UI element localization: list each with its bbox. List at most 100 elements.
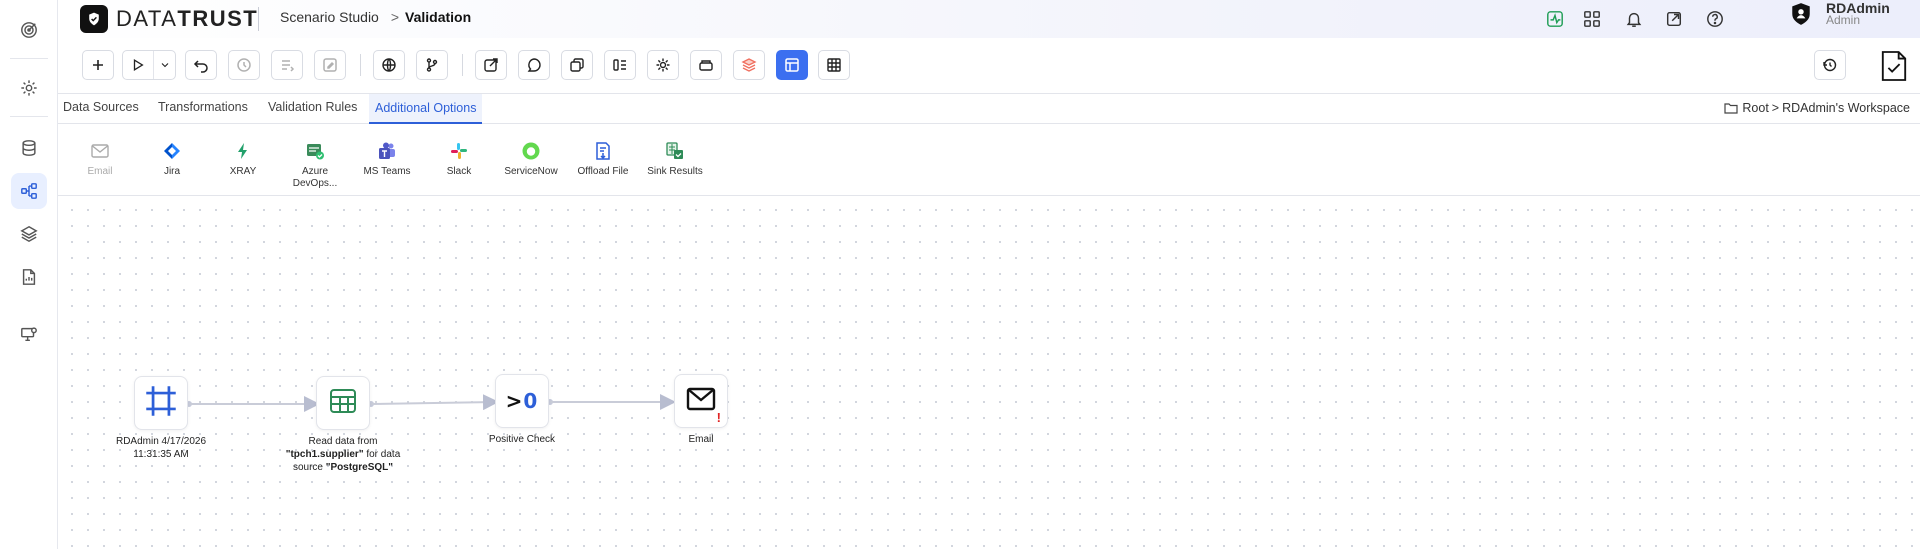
edit-button[interactable] (314, 50, 346, 80)
stack-button[interactable] (733, 50, 765, 80)
storage-button[interactable] (690, 50, 722, 80)
breadcrumb-item-studio[interactable]: Scenario Studio (280, 9, 379, 25)
gear-icon[interactable] (11, 70, 47, 106)
source-table-name: "tpch1.supplier" (285, 449, 364, 460)
globe-button[interactable] (373, 50, 405, 80)
tab-transformations[interactable]: Transformations (158, 100, 248, 124)
option-offload-file[interactable]: Offload File (570, 140, 636, 178)
ms-teams-icon (376, 140, 398, 162)
offload-file-icon (592, 140, 614, 162)
settings-button[interactable] (647, 50, 679, 80)
app-logo[interactable]: DATATRUST (80, 4, 258, 34)
rail-divider (10, 58, 48, 59)
logo-wordmark: DATATRUST (116, 6, 259, 31)
options-palette: Email Jira XRAY Azure DevOps... MS Teams… (58, 124, 1920, 196)
slack-icon (448, 140, 470, 162)
monitor-settings-icon[interactable] (11, 316, 47, 352)
servicenow-icon (520, 140, 542, 162)
left-rail (0, 0, 58, 549)
flow-node-check-label: Positive Check (488, 434, 556, 445)
activity-icon[interactable] (1544, 8, 1566, 30)
add-button[interactable] (82, 50, 114, 80)
flow-node-read[interactable] (316, 376, 370, 430)
xray-icon (232, 140, 254, 162)
undo-button[interactable] (185, 50, 217, 80)
branch-button[interactable] (416, 50, 448, 80)
avatar (1790, 2, 1812, 26)
flow-node-email-label: Email (688, 434, 714, 445)
table-icon (329, 387, 357, 420)
tab-validation-rules[interactable]: Validation Rules (268, 100, 357, 124)
flow-node-start-label: RDAdmin 4/17/2026 11:31:35 AM (115, 436, 207, 460)
edge-check-to-email (547, 394, 676, 410)
list-edit-button[interactable] (271, 50, 303, 80)
email-icon (89, 140, 111, 162)
tab-data-sources[interactable]: Data Sources (63, 100, 139, 124)
option-email[interactable]: Email (67, 140, 133, 178)
chevron-right-icon: > (1771, 101, 1780, 115)
report-icon[interactable] (11, 259, 47, 295)
play-icon[interactable] (123, 51, 153, 79)
option-sink-results[interactable]: Sink Results (642, 140, 708, 178)
greater-than-zero-icon: >0 (505, 389, 539, 413)
tab-additional-options[interactable]: Additional Options (369, 94, 483, 124)
shield-icon (80, 5, 108, 33)
workspace-name[interactable]: RDAdmin's Workspace (1782, 101, 1910, 115)
breadcrumb: Scenario Studio > Validation (280, 9, 471, 25)
bell-icon[interactable] (1623, 8, 1645, 30)
restore-button[interactable] (1814, 50, 1846, 80)
flow-edges (186, 394, 676, 412)
option-xray[interactable]: XRAY (210, 140, 276, 178)
flow-node-check[interactable]: >0 (495, 374, 549, 428)
flow-canvas[interactable]: RDAdmin 4/17/2026 11:31:35 AM Read data … (58, 196, 1920, 549)
breadcrumb-item-current: Validation (405, 9, 472, 25)
external-link-icon[interactable] (1663, 8, 1685, 30)
data-source-name: "PostgreSQL" (325, 462, 394, 473)
user-menu[interactable]: RDAdmin Admin (1790, 1, 1890, 26)
toolbar (58, 38, 1920, 94)
option-azure-devops[interactable]: Azure DevOps... (282, 140, 348, 190)
layout-view-button[interactable] (776, 50, 808, 80)
warning-icon: ! (716, 410, 721, 425)
flow-node-email[interactable]: ! (674, 374, 728, 428)
target-icon[interactable] (11, 12, 47, 48)
chevron-down-icon[interactable] (153, 51, 175, 79)
jira-icon (161, 140, 183, 162)
edge-start-to-read (186, 396, 320, 412)
option-ms-teams[interactable]: MS Teams (354, 140, 420, 178)
help-icon[interactable] (1704, 8, 1726, 30)
tab-bar: Data Sources Transformations Validation … (58, 94, 1920, 124)
rail-divider (10, 116, 48, 117)
history-button[interactable] (228, 50, 260, 80)
comment-button[interactable] (518, 50, 550, 80)
option-jira[interactable]: Jira (139, 140, 205, 178)
database-icon[interactable] (11, 130, 47, 166)
run-split-button (122, 50, 176, 80)
frame-icon (144, 384, 178, 423)
app-root: DATATRUST Scenario Studio > Validation R… (0, 0, 1920, 549)
validation-report-icon[interactable] (1874, 46, 1914, 86)
envelope-icon (686, 387, 716, 416)
workspace-breadcrumb: Root > RDAdmin's Workspace (1724, 101, 1910, 115)
toolbar-divider (462, 54, 463, 76)
edge-read-to-check (368, 394, 499, 411)
top-header: DATATRUST Scenario Studio > Validation R… (58, 0, 1920, 38)
apps-grid-icon[interactable] (1581, 8, 1603, 30)
folder-icon (1724, 103, 1738, 114)
sink-results-icon (664, 140, 686, 162)
toolbar-divider (360, 54, 361, 76)
chevron-right-icon: > (390, 9, 400, 25)
workspace-root[interactable]: Root (1742, 101, 1768, 115)
flow-node-read-label: Read data from "tpch1.supplier" for data… (285, 436, 401, 473)
azure-devops-icon (304, 140, 326, 162)
duplicate-button[interactable] (561, 50, 593, 80)
option-slack[interactable]: Slack (426, 140, 492, 178)
header-divider (258, 7, 259, 31)
open-external-button[interactable] (475, 50, 507, 80)
option-servicenow[interactable]: ServiceNow (498, 140, 564, 178)
layers-icon[interactable] (11, 216, 47, 252)
table-view-button[interactable] (818, 50, 850, 80)
compare-button[interactable] (604, 50, 636, 80)
flow-node-start[interactable] (134, 376, 188, 430)
workflow-icon[interactable] (11, 173, 47, 209)
